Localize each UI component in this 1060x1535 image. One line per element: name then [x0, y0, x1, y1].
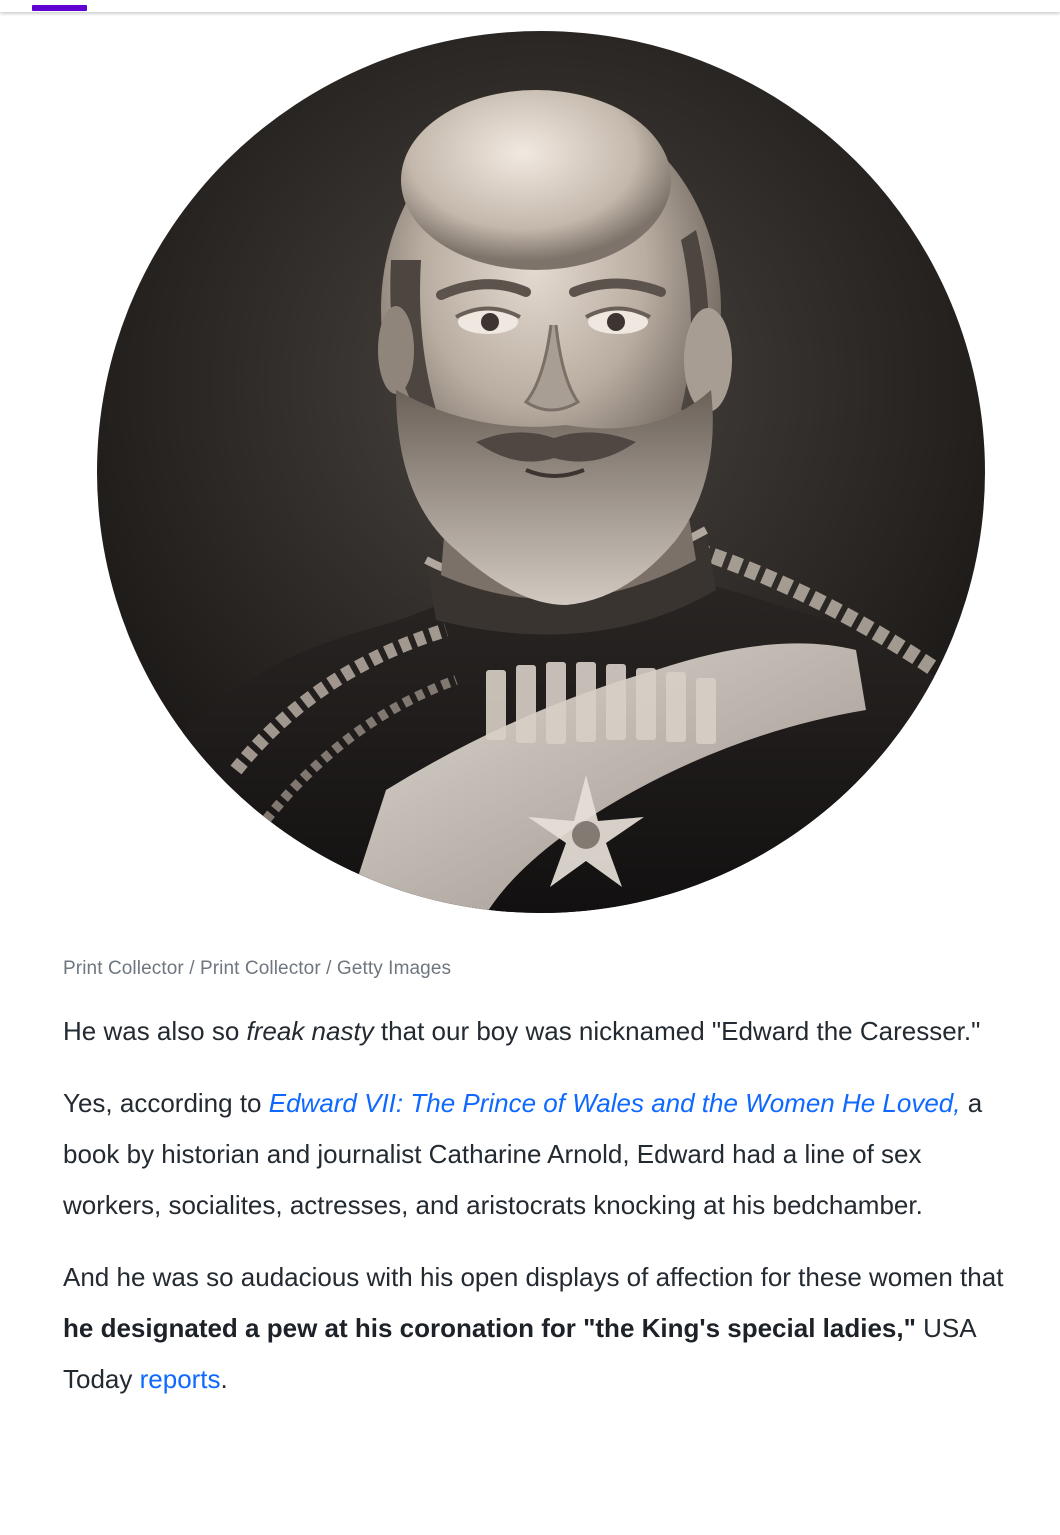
- top-header-bar: [0, 0, 1060, 12]
- article-image[interactable]: [96, 30, 986, 914]
- reports-link[interactable]: reports: [140, 1364, 221, 1394]
- p1-text-end: that our boy was nicknamed "Edward the C…: [373, 1016, 981, 1046]
- p1-text-start: He was also so: [63, 1016, 247, 1046]
- p3-bold-text: he designated a pew at his coronation fo…: [63, 1313, 916, 1343]
- progress-accent-indicator: [32, 5, 87, 11]
- p3-text-start: And he was so audacious with his open di…: [63, 1262, 1004, 1292]
- p1-emphasis: freak nasty: [246, 1016, 374, 1046]
- paragraph-2: Yes, according to Edward VII: The Prince…: [63, 1078, 1023, 1231]
- paragraph-1: He was also so freak nasty that our boy …: [63, 1006, 1023, 1057]
- portrait-photo-icon: [97, 31, 985, 913]
- paragraph-3: And he was so audacious with his open di…: [63, 1252, 1023, 1405]
- p3-text-end: .: [220, 1364, 228, 1394]
- article-body: He was also so freak nasty that our boy …: [63, 1006, 1023, 1426]
- image-caption: Print Collector / Print Collector / Gett…: [63, 958, 452, 979]
- p2-text-start: Yes, according to: [63, 1088, 269, 1118]
- book-title-link[interactable]: Edward VII: The Prince of Wales and the …: [269, 1088, 961, 1118]
